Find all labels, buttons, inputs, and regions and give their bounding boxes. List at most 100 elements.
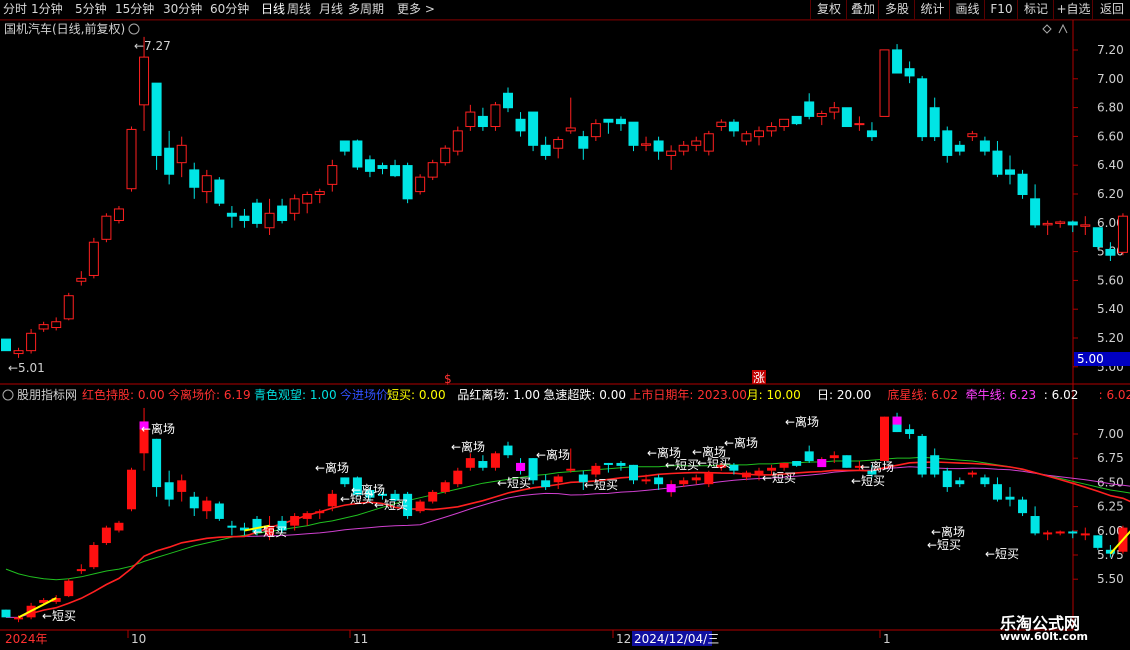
indicator-param-4: 短买: 0.00 <box>387 388 446 402</box>
ind-candle-body <box>691 477 701 481</box>
ind-candle-body <box>1030 516 1040 534</box>
candle-body <box>553 139 564 149</box>
candle-body <box>13 350 24 355</box>
y-tick-label-2: 6.80 <box>1097 101 1124 115</box>
candle-body <box>791 115 802 125</box>
ind-candle-body <box>89 544 99 568</box>
ind-candle-body <box>227 525 237 528</box>
candle-body <box>1080 224 1091 227</box>
ind-y-tick-label-1: 6.75 <box>1097 451 1124 465</box>
magenta-tip <box>666 484 676 493</box>
candle-body <box>264 212 275 229</box>
candle-body <box>151 82 162 156</box>
indicator-param-0: 红色持股: 0.00 <box>82 387 165 402</box>
candle-body <box>490 104 501 128</box>
candle-body <box>904 68 915 77</box>
ind-candle-body <box>101 527 111 544</box>
candle-body <box>327 165 338 185</box>
candle-body <box>565 127 576 132</box>
candle-body <box>854 123 865 126</box>
buy-label-10: ←短买 <box>927 538 961 552</box>
ind-candle-body <box>327 493 337 507</box>
candle-body <box>226 212 237 217</box>
candle-body <box>289 198 300 214</box>
ind-candle-body <box>1005 496 1015 500</box>
ind-candle-body <box>880 416 889 462</box>
magenta-tip <box>817 459 827 468</box>
year-label: 2024年 <box>5 632 48 646</box>
y-tick-label-1: 7.00 <box>1097 72 1124 86</box>
ind-candle-body <box>340 477 350 485</box>
ind-candle-body <box>290 516 300 526</box>
candle-body <box>440 147 451 164</box>
candle-body <box>716 121 727 128</box>
candle-body <box>377 165 388 169</box>
ind-candle-body <box>64 580 74 597</box>
ind-candle-body <box>478 461 488 468</box>
candle-body <box>189 169 200 188</box>
exit-label-10: ←离场 <box>931 524 965 539</box>
watermark-url: www.60lt.com <box>1000 630 1089 643</box>
ind-candle-body <box>704 472 714 485</box>
candle-body <box>590 123 601 138</box>
candle-body <box>63 295 74 320</box>
candle-body <box>26 332 37 352</box>
candle-body <box>841 107 852 128</box>
candle-body <box>678 144 689 152</box>
candle-body <box>390 165 401 177</box>
buy-label-6: ←短买 <box>665 458 699 472</box>
ind-candle-body <box>917 435 927 475</box>
month-label-0: 10 <box>131 632 146 646</box>
candle-body <box>628 121 639 146</box>
candle-body <box>816 113 827 117</box>
candle-body <box>1117 215 1128 253</box>
ind-candle-body <box>503 445 513 456</box>
ind-candle-body <box>967 472 977 475</box>
buy-label-4: ←短买 <box>497 476 531 490</box>
candle-body <box>1067 221 1078 226</box>
ind-candle-body <box>629 464 638 481</box>
ind-candle-body <box>553 476 563 483</box>
candle-body <box>804 101 815 117</box>
ind-candle-body <box>152 438 162 488</box>
candle-body <box>364 159 375 172</box>
candle-body <box>38 324 49 330</box>
ind-candle-body <box>453 470 463 485</box>
ind-candle-body <box>541 480 551 488</box>
candle-body <box>277 205 288 222</box>
candle-body <box>728 121 739 132</box>
ind-candle-body <box>114 522 124 531</box>
indicator-param-2: 青色观望: 1.00 <box>254 388 337 402</box>
candle-body <box>879 49 890 117</box>
y-tick-label-9: 5.40 <box>1097 302 1124 316</box>
candle-body <box>515 118 526 132</box>
candle-body <box>703 133 714 152</box>
indicator-param-9: 日: 20.00 <box>817 388 871 402</box>
candle-body <box>942 130 953 156</box>
y-tick-label-0: 7.20 <box>1097 43 1124 57</box>
candle-body <box>88 241 99 276</box>
price-tag-label: 5.00 <box>1077 352 1104 366</box>
candle-body <box>1092 227 1103 248</box>
candle-body <box>754 130 764 138</box>
candle-body <box>503 92 513 109</box>
exit-label-1: ←离场 <box>315 460 349 475</box>
candle-body <box>540 144 551 156</box>
buy-label-3: ←短买 <box>374 498 408 512</box>
candle-body <box>929 107 940 138</box>
buy-label-1: ←短买 <box>253 525 287 539</box>
cursor-date: 2024/12/04/三 <box>634 632 719 646</box>
diamond-icon <box>1042 24 1052 34</box>
ind-candle-body <box>189 496 199 509</box>
candle-body <box>415 176 426 193</box>
ind-candle-body <box>302 513 312 519</box>
chart-area: 国机汽车(日线,前复权)7.207.006.806.606.406.206.00… <box>0 19 1130 646</box>
high-label: ←7.27 <box>134 39 171 53</box>
candle-body <box>1055 221 1066 224</box>
ind-candle-body <box>127 469 136 510</box>
low-label: ←5.01 <box>8 361 45 375</box>
ind-candle-body <box>741 472 751 478</box>
exit-label-7: ←离场 <box>724 435 758 450</box>
candle-body <box>76 277 87 282</box>
ind-candle-body <box>804 451 814 462</box>
